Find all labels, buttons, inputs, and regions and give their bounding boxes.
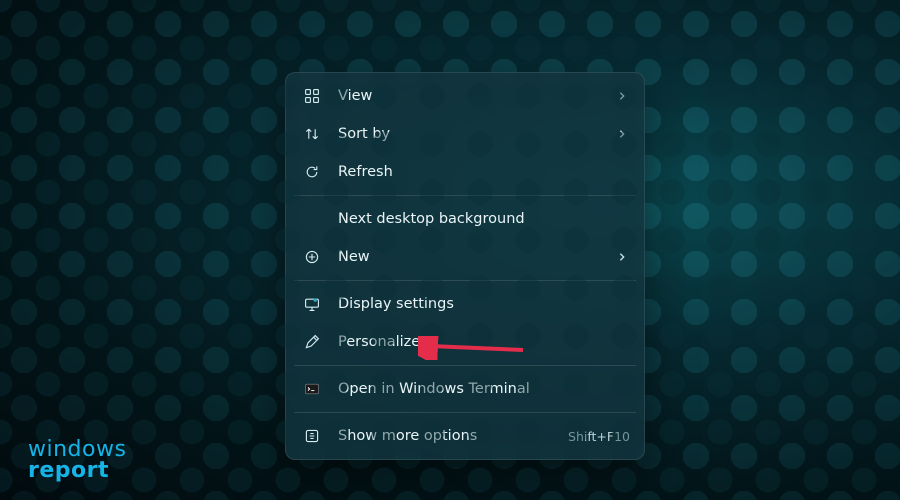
menu-label: Display settings bbox=[338, 296, 630, 312]
menu-item-view[interactable]: View bbox=[286, 77, 644, 115]
menu-separator bbox=[294, 412, 636, 413]
menu-item-open-in-windows-terminal[interactable]: Open in Windows Terminal bbox=[286, 370, 644, 408]
menu-separator bbox=[294, 280, 636, 281]
menu-label: Show more options bbox=[338, 428, 568, 444]
sort-icon bbox=[302, 124, 322, 144]
menu-label: Refresh bbox=[338, 164, 630, 180]
annotation-arrow bbox=[418, 336, 528, 360]
menu-label: Next desktop background bbox=[338, 211, 630, 227]
chevron-right-icon bbox=[614, 129, 630, 139]
menu-label: Sort by bbox=[338, 126, 614, 142]
refresh-icon bbox=[302, 162, 322, 182]
terminal-icon bbox=[302, 379, 322, 399]
personalize-icon bbox=[302, 332, 322, 352]
menu-item-show-more-options[interactable]: Show more options Shift+F10 bbox=[286, 417, 644, 455]
view-icon bbox=[302, 86, 322, 106]
menu-separator bbox=[294, 195, 636, 196]
windows-report-logo: windows report bbox=[28, 440, 126, 482]
logo-line2: report bbox=[28, 461, 126, 482]
chevron-right-icon bbox=[614, 252, 630, 262]
menu-label: New bbox=[338, 249, 614, 265]
blank-icon bbox=[302, 209, 322, 229]
menu-separator bbox=[294, 365, 636, 366]
new-icon bbox=[302, 247, 322, 267]
menu-item-sort-by[interactable]: Sort by bbox=[286, 115, 644, 153]
menu-label: View bbox=[338, 88, 614, 104]
chevron-right-icon bbox=[614, 91, 630, 101]
menu-label: Personalize bbox=[338, 334, 630, 350]
menu-item-next-desktop-background[interactable]: Next desktop background bbox=[286, 200, 644, 238]
display-settings-icon bbox=[302, 294, 322, 314]
desktop-context-menu: View Sort by Refresh bbox=[285, 72, 645, 460]
desktop-background: View Sort by Refresh bbox=[0, 0, 900, 500]
menu-item-display-settings[interactable]: Display settings bbox=[286, 285, 644, 323]
show-more-icon bbox=[302, 426, 322, 446]
menu-shortcut: Shift+F10 bbox=[568, 429, 630, 444]
menu-item-personalize[interactable]: Personalize bbox=[286, 323, 644, 361]
menu-label: Open in Windows Terminal bbox=[338, 381, 630, 397]
menu-item-refresh[interactable]: Refresh bbox=[286, 153, 644, 191]
menu-item-new[interactable]: New bbox=[286, 238, 644, 276]
